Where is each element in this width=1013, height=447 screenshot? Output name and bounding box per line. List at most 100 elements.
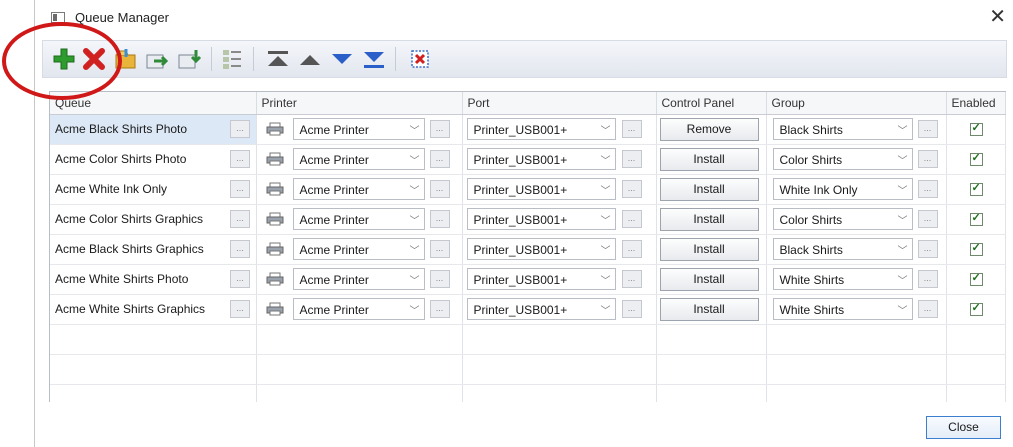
- import-queue-icon[interactable]: [112, 46, 138, 72]
- queue-name-cell[interactable]: Acme Color Shirts Graphics ...: [50, 204, 257, 235]
- queue-name-cell[interactable]: Acme Black Shirts Photo ...: [50, 114, 257, 145]
- printer-ellipsis-button[interactable]: ...: [429, 300, 450, 318]
- group-select[interactable]: Color Shirts ﹀: [772, 148, 913, 170]
- port-select[interactable]: Printer_USB001+ ﹀: [466, 298, 616, 320]
- group-ellipsis-button[interactable]: ...: [917, 270, 938, 288]
- group-ellipsis-button[interactable]: ...: [917, 210, 938, 228]
- column-header-printer[interactable]: Printer: [256, 92, 463, 115]
- table-row[interactable]: Acme Color Shirts Photo ... Acme Printer…: [50, 144, 1006, 175]
- delete-queue-icon[interactable]: [81, 46, 107, 72]
- group-select[interactable]: White Shirts ﹀: [772, 298, 913, 320]
- column-header-group[interactable]: Group: [766, 92, 947, 115]
- enabled-checkbox[interactable]: [969, 301, 983, 316]
- queue-name-cell[interactable]: Acme Color Shirts Photo ...: [50, 144, 257, 175]
- move-top-icon[interactable]: [265, 46, 291, 72]
- queue-name-cell[interactable]: Acme White Shirts Photo ...: [50, 264, 257, 295]
- enabled-checkbox[interactable]: [969, 151, 983, 166]
- move-bottom-icon[interactable]: [361, 46, 387, 72]
- control-panel-button[interactable]: Install: [659, 298, 759, 321]
- column-header-port[interactable]: Port: [462, 92, 657, 115]
- printer-ellipsis-button[interactable]: ...: [429, 150, 450, 168]
- control-panel-button[interactable]: Install: [659, 178, 759, 201]
- column-header-queue[interactable]: Queue: [50, 92, 257, 115]
- enabled-checkbox[interactable]: [969, 271, 983, 286]
- group-ellipsis-button[interactable]: ...: [917, 120, 938, 138]
- printer-select[interactable]: Acme Printer ﹀: [292, 268, 425, 290]
- group-ellipsis-button[interactable]: ...: [917, 180, 938, 198]
- printer-select[interactable]: Acme Printer ﹀: [292, 238, 425, 260]
- enabled-checkbox[interactable]: [969, 121, 983, 136]
- fit-columns-icon[interactable]: [407, 46, 433, 72]
- group-select[interactable]: Black Shirts ﹀: [772, 238, 913, 260]
- column-header-enabled[interactable]: Enabled: [946, 92, 1006, 115]
- port-ellipsis-button[interactable]: ...: [621, 150, 642, 168]
- table-row[interactable]: Acme White Shirts Photo ... Acme Printer…: [50, 264, 1006, 295]
- port-select[interactable]: Printer_USB001+ ﹀: [466, 208, 616, 230]
- printer-select[interactable]: Acme Printer ﹀: [292, 118, 425, 140]
- queue-ellipsis-button[interactable]: ...: [230, 150, 250, 168]
- enabled-checkbox[interactable]: [969, 211, 983, 226]
- control-panel-button[interactable]: Install: [659, 238, 759, 261]
- window-close-icon[interactable]: ✕: [989, 5, 1006, 29]
- group-ellipsis-button[interactable]: ...: [917, 240, 938, 258]
- empty-cell: [256, 354, 463, 385]
- group-select[interactable]: Color Shirts ﹀: [772, 208, 913, 230]
- table-row[interactable]: Acme Black Shirts Graphics ... Acme Prin…: [50, 234, 1006, 265]
- table-row[interactable]: Acme Black Shirts Photo ... Acme Printer…: [50, 114, 1006, 145]
- queue-ellipsis-button[interactable]: ...: [230, 240, 250, 258]
- group-select[interactable]: White Ink Only ﹀: [772, 178, 913, 200]
- printer-ellipsis-button[interactable]: ...: [429, 180, 450, 198]
- copy-queue-icon[interactable]: [176, 46, 202, 72]
- queue-name-cell[interactable]: Acme White Ink Only ...: [50, 174, 257, 205]
- close-button[interactable]: Close: [926, 416, 1001, 439]
- control-panel-button[interactable]: Install: [659, 268, 759, 291]
- port-ellipsis-button[interactable]: ...: [621, 210, 642, 228]
- table-row[interactable]: Acme Color Shirts Graphics ... Acme Prin…: [50, 204, 1006, 235]
- table-row[interactable]: Acme White Ink Only ... Acme Printer ﹀ .…: [50, 174, 1006, 205]
- group-select[interactable]: White Shirts ﹀: [772, 268, 913, 290]
- port-select[interactable]: Printer_USB001+ ﹀: [466, 118, 616, 140]
- move-down-icon[interactable]: [329, 46, 355, 72]
- port-ellipsis-button[interactable]: ...: [621, 300, 642, 318]
- list-settings-icon[interactable]: [219, 46, 245, 72]
- port-ellipsis-button[interactable]: ...: [621, 240, 642, 258]
- table-row[interactable]: Acme White Shirts Graphics ... Acme Prin…: [50, 294, 1006, 325]
- port-select[interactable]: Printer_USB001+ ﹀: [466, 268, 616, 290]
- queue-name-cell[interactable]: Acme Black Shirts Graphics ...: [50, 234, 257, 265]
- printer-cell: Acme Printer ﹀ ...: [256, 174, 463, 205]
- printer-ellipsis-button[interactable]: ...: [429, 120, 450, 138]
- column-header-control-panel[interactable]: Control Panel: [656, 92, 767, 115]
- port-select[interactable]: Printer_USB001+ ﹀: [466, 178, 616, 200]
- printer-select[interactable]: Acme Printer ﹀: [292, 178, 425, 200]
- control-panel-button[interactable]: Install: [659, 208, 759, 231]
- export-queue-icon[interactable]: [144, 46, 170, 72]
- printer-select[interactable]: Acme Printer ﹀: [292, 298, 425, 320]
- printer-ellipsis-button[interactable]: ...: [429, 210, 450, 228]
- group-ellipsis-button[interactable]: ...: [917, 300, 938, 318]
- port-select[interactable]: Printer_USB001+ ﹀: [466, 238, 616, 260]
- queue-ellipsis-button[interactable]: ...: [230, 180, 250, 198]
- queue-name-cell[interactable]: Acme White Shirts Graphics ...: [50, 294, 257, 325]
- printer-ellipsis-button[interactable]: ...: [429, 240, 450, 258]
- control-panel-button[interactable]: Install: [659, 148, 759, 171]
- group-select[interactable]: Black Shirts ﹀: [772, 118, 913, 140]
- printer-ellipsis-button[interactable]: ...: [429, 270, 450, 288]
- port-ellipsis-button[interactable]: ...: [621, 180, 642, 198]
- queue-ellipsis-button[interactable]: ...: [230, 300, 250, 318]
- printer-select[interactable]: Acme Printer ﹀: [292, 148, 425, 170]
- move-up-icon[interactable]: [297, 46, 323, 72]
- group-ellipsis-button[interactable]: ...: [917, 150, 938, 168]
- port-ellipsis-button[interactable]: ...: [621, 120, 642, 138]
- printer-select[interactable]: Acme Printer ﹀: [292, 208, 425, 230]
- queue-ellipsis-button[interactable]: ...: [230, 270, 250, 288]
- empty-cell: [256, 324, 463, 355]
- control-panel-button[interactable]: Remove: [659, 118, 759, 141]
- queue-ellipsis-button[interactable]: ...: [230, 210, 250, 228]
- enabled-checkbox[interactable]: [969, 181, 983, 196]
- enabled-checkbox[interactable]: [969, 241, 983, 256]
- add-queue-icon[interactable]: [51, 46, 77, 72]
- chevron-down-icon: ﹀: [600, 156, 611, 167]
- port-ellipsis-button[interactable]: ...: [621, 270, 642, 288]
- queue-ellipsis-button[interactable]: ...: [230, 120, 250, 138]
- port-select[interactable]: Printer_USB001+ ﹀: [466, 148, 616, 170]
